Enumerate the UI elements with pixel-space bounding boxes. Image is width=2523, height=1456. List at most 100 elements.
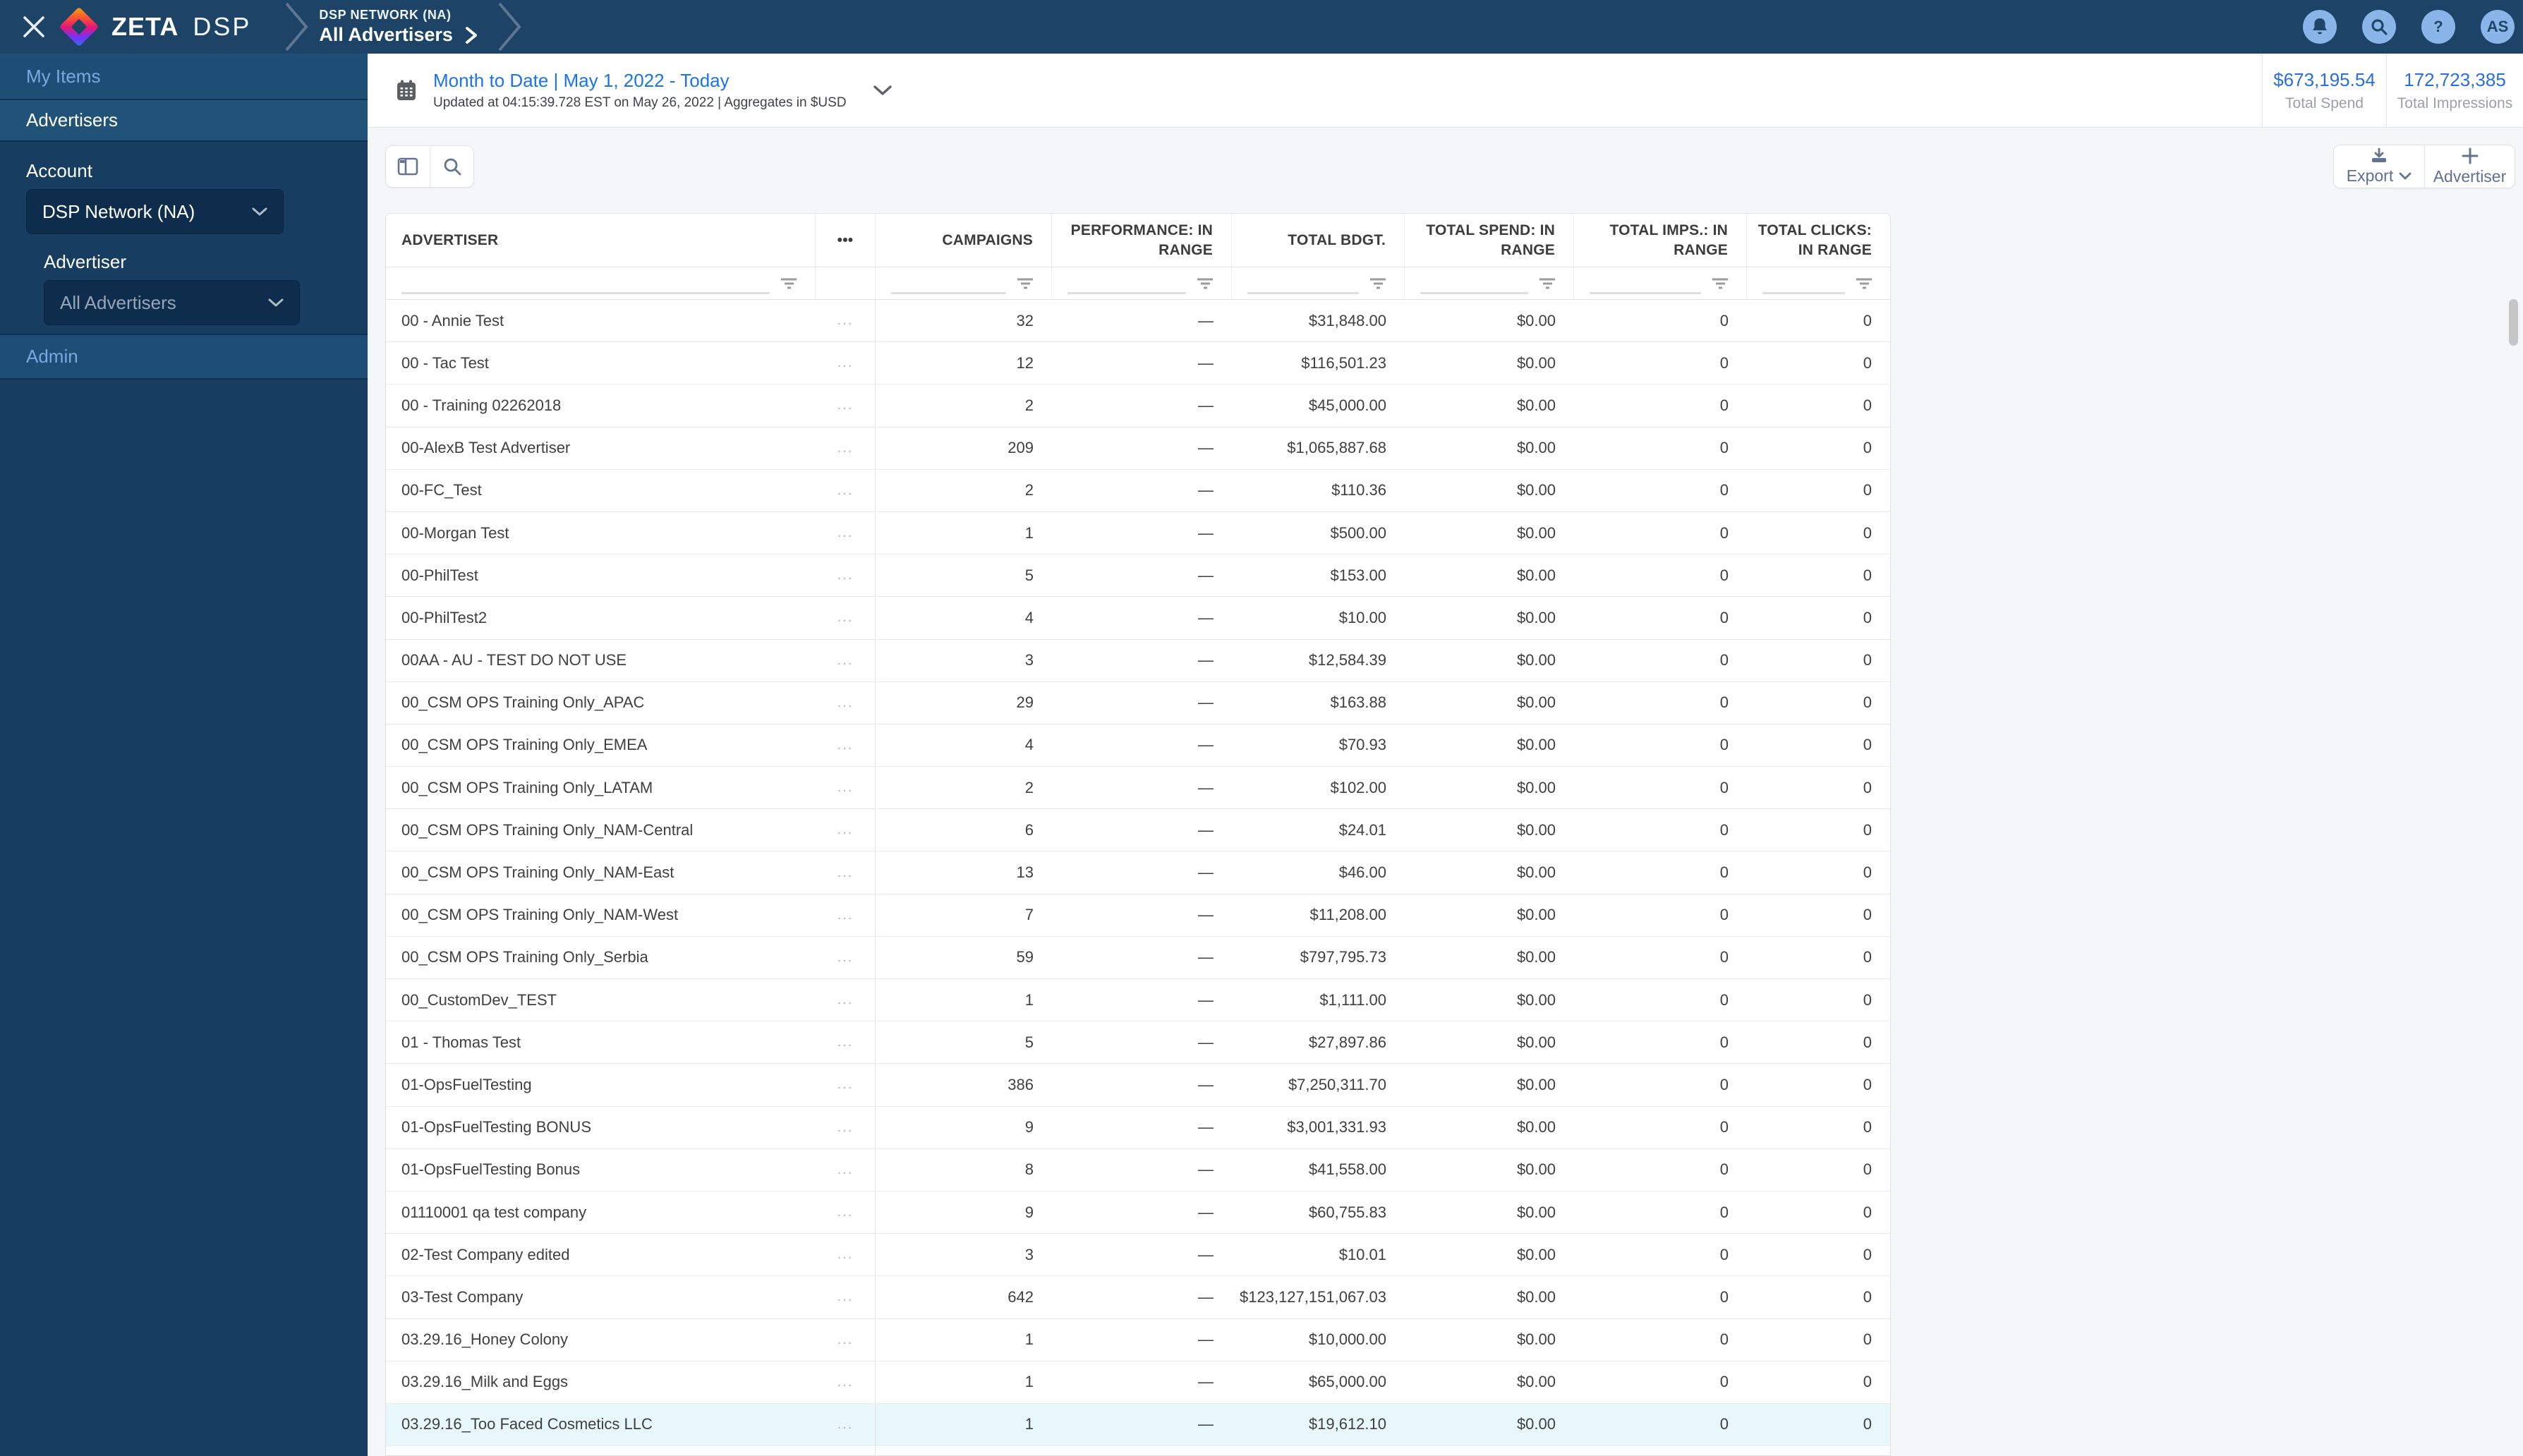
table-row[interactable]: 03.29.16_Honey Colony ... 1 — $10,000.00… bbox=[386, 1318, 1890, 1361]
row-menu-button[interactable]: ... bbox=[816, 469, 876, 511]
table-row[interactable]: 01-OpsFuelTesting BONUS ... 9 — $3,001,3… bbox=[386, 1106, 1890, 1149]
filter-cell-performance[interactable] bbox=[1052, 267, 1232, 299]
table-row[interactable]: 00_CSM OPS Training Only_EMEA ... 4 — $7… bbox=[386, 724, 1890, 768]
table-row[interactable]: 00_CSM OPS Training Only_Serbia ... 59 —… bbox=[386, 936, 1890, 979]
filter-cell-campaigns[interactable] bbox=[876, 267, 1052, 299]
advertiser-name-cell[interactable]: 01-OpsFuelTesting BONUS bbox=[386, 1107, 816, 1148]
close-icon[interactable] bbox=[20, 13, 48, 41]
row-menu-button[interactable]: ... bbox=[816, 1318, 876, 1361]
advertiser-name-cell[interactable]: 00 - Annie Test bbox=[386, 300, 816, 341]
notifications-bell-icon[interactable] bbox=[2303, 10, 2337, 44]
table-row[interactable]: 03.29.16_Too Faced Cosmetics LLC ... 1 —… bbox=[386, 1403, 1890, 1447]
row-menu-button[interactable]: ... bbox=[816, 809, 876, 851]
row-menu-button[interactable]: ... bbox=[816, 894, 876, 936]
row-menu-button[interactable]: ... bbox=[816, 1064, 876, 1106]
advertiser-name-cell[interactable]: 01-OpsFuelTesting Bonus bbox=[386, 1149, 816, 1191]
table-row[interactable]: 00-Morgan Test ... 1 — $500.00 $0.00 0 0 bbox=[386, 511, 1890, 555]
advertiser-name-cell[interactable]: 00 - Training 02262018 bbox=[386, 384, 816, 426]
table-row[interactable]: 00AA - AU - TEST DO NOT USE ... 3 — $12,… bbox=[386, 639, 1890, 682]
columns-button[interactable] bbox=[386, 146, 430, 187]
table-row[interactable]: 00-FC_Test ... 2 — $110.36 $0.00 0 0 bbox=[386, 469, 1890, 512]
table-row[interactable]: 00_CSM OPS Training Only_NAM-East ... 13… bbox=[386, 851, 1890, 894]
advertiser-name-cell[interactable]: 00-FC_Test bbox=[386, 470, 816, 511]
table-row[interactable]: 01 - Thomas Test ... 5 — $27,897.86 $0.0… bbox=[386, 1021, 1890, 1064]
advertiser-name-cell[interactable]: 03.29.16_Too Faced Cosmetics LLC bbox=[386, 1404, 816, 1445]
advertiser-name-cell[interactable]: 00_CSM OPS Training Only_NAM-East bbox=[386, 851, 816, 893]
row-menu-button[interactable]: ... bbox=[816, 511, 876, 554]
filter-icon[interactable] bbox=[1370, 278, 1386, 289]
advertiser-select[interactable]: All Advertisers bbox=[44, 280, 300, 325]
row-menu-button[interactable]: ... bbox=[816, 384, 876, 427]
filter-input[interactable] bbox=[401, 292, 770, 294]
filter-icon[interactable] bbox=[1197, 278, 1213, 289]
table-row[interactable]: 00_CSM OPS Training Only_NAM-Central ...… bbox=[386, 809, 1890, 852]
filter-cell-total-budget[interactable] bbox=[1232, 267, 1405, 299]
advertiser-name-cell[interactable]: 02-Test Company edited bbox=[386, 1234, 816, 1275]
advertiser-name-cell[interactable]: 00_CSM OPS Training Only_Serbia bbox=[386, 937, 816, 978]
row-menu-button[interactable]: ... bbox=[816, 1361, 876, 1403]
export-button[interactable]: Export bbox=[2334, 145, 2424, 188]
advertiser-name-cell[interactable]: 03.29.16_Honey Colony bbox=[386, 1319, 816, 1361]
filter-icon[interactable] bbox=[1017, 278, 1033, 289]
row-menu-button[interactable]: ... bbox=[816, 554, 876, 597]
advertiser-name-cell[interactable]: 00_CustomDev_TEST bbox=[386, 979, 816, 1021]
advertiser-name-cell[interactable]: 00AA - AU - TEST DO NOT USE bbox=[386, 640, 816, 681]
advertiser-name-cell[interactable]: 00_CSM OPS Training Only_NAM-West bbox=[386, 894, 816, 936]
table-row[interactable]: 01-OpsFuelTesting Bonus ... 8 — $41,558.… bbox=[386, 1148, 1890, 1191]
add-advertiser-button[interactable]: Advertiser bbox=[2424, 145, 2515, 188]
advertiser-name-cell[interactable]: 00_CSM OPS Training Only_LATAM bbox=[386, 767, 816, 808]
filter-cell-total-spend[interactable] bbox=[1405, 267, 1574, 299]
column-header-total-budget[interactable]: TOTAL BDGT. bbox=[1232, 214, 1405, 267]
table-row[interactable]: 02-Test Company edited ... 3 — $10.01 $0… bbox=[386, 1234, 1890, 1277]
advertiser-name-cell[interactable]: 03.29.16_Milk and Eggs bbox=[386, 1361, 816, 1403]
table-row[interactable]: 00_CSM OPS Training Only_LATAM ... 2 — $… bbox=[386, 767, 1890, 810]
advertiser-name-cell[interactable]: 00-AlexB Test Advertiser bbox=[386, 427, 816, 469]
advertiser-name-cell[interactable]: 01-OpsFuelTesting bbox=[386, 1064, 816, 1105]
column-header-total-clicks[interactable]: TOTAL CLICKS: IN RANGE bbox=[1747, 214, 1890, 267]
filter-input[interactable] bbox=[1420, 292, 1528, 294]
advertiser-name-cell[interactable]: 00_CSM OPS Training Only_EMEA bbox=[386, 724, 816, 766]
filter-cell-total-clicks[interactable] bbox=[1747, 267, 1890, 299]
sidebar-item-admin[interactable]: Admin bbox=[0, 335, 368, 378]
table-row[interactable]: 01110001 qa test company ... 9 — $60,755… bbox=[386, 1191, 1890, 1234]
filter-icon[interactable] bbox=[781, 278, 797, 289]
table-row[interactable]: 00 - Tac Test ... 12 — $116,501.23 $0.00… bbox=[386, 342, 1890, 385]
row-menu-button[interactable]: ... bbox=[816, 767, 876, 809]
column-header-total-spend[interactable]: TOTAL SPEND: IN RANGE bbox=[1405, 214, 1574, 267]
row-menu-button[interactable]: ... bbox=[816, 427, 876, 469]
column-header-total-imps[interactable]: TOTAL IMPS.: IN RANGE bbox=[1574, 214, 1747, 267]
filter-input[interactable] bbox=[1590, 292, 1701, 294]
row-menu-button[interactable]: ... bbox=[816, 979, 876, 1021]
filter-icon[interactable] bbox=[1712, 278, 1728, 289]
sidebar-item-advertisers[interactable]: Advertisers bbox=[0, 100, 368, 140]
row-menu-button[interactable]: ... bbox=[816, 1191, 876, 1234]
advertiser-name-cell[interactable]: 00-PhilTest bbox=[386, 554, 816, 596]
row-menu-button[interactable]: ... bbox=[816, 300, 876, 342]
global-search-icon[interactable] bbox=[2362, 10, 2396, 44]
table-row[interactable]: 03-Test Company ... 642 — $123,127,151,0… bbox=[386, 1276, 1890, 1319]
avatar[interactable]: AS bbox=[2481, 10, 2515, 44]
table-row[interactable]: 00-AlexB Test Advertiser ... 209 — $1,06… bbox=[386, 427, 1890, 470]
chevron-right-icon[interactable] bbox=[464, 25, 478, 45]
sidebar-item-my-items[interactable]: My Items bbox=[0, 54, 368, 99]
breadcrumb-page-control[interactable]: All Advertisers bbox=[319, 24, 478, 46]
help-icon[interactable]: ? bbox=[2421, 10, 2455, 44]
row-menu-button[interactable]: ... bbox=[816, 1446, 876, 1455]
advertiser-name-cell[interactable]: 03-Test Company bbox=[386, 1276, 816, 1318]
filter-cell-advertiser[interactable] bbox=[386, 267, 816, 299]
filter-input[interactable] bbox=[1067, 292, 1186, 294]
column-header-performance[interactable]: PERFORMANCE: IN RANGE bbox=[1052, 214, 1232, 267]
advertiser-name-cell[interactable]: 04 - Retail Frontiers Co bbox=[386, 1446, 816, 1455]
table-row[interactable]: 01-OpsFuelTesting ... 386 — $7,250,311.7… bbox=[386, 1064, 1890, 1107]
calendar-icon[interactable] bbox=[395, 79, 418, 102]
date-range-title[interactable]: Month to Date | May 1, 2022 - Today bbox=[433, 70, 847, 92]
filter-icon[interactable] bbox=[1539, 278, 1555, 289]
column-header-menu[interactable]: ••• bbox=[816, 214, 876, 267]
filter-cell-total-imps[interactable] bbox=[1574, 267, 1747, 299]
table-row[interactable]: 00-PhilTest2 ... 4 — $10.00 $0.00 0 0 bbox=[386, 597, 1890, 640]
table-row[interactable]: 00_CustomDev_TEST ... 1 — $1,111.00 $0.0… bbox=[386, 979, 1890, 1022]
filter-icon[interactable] bbox=[1856, 278, 1872, 289]
table-row[interactable]: 03.29.16_Milk and Eggs ... 1 — $65,000.0… bbox=[386, 1361, 1890, 1404]
advertiser-name-cell[interactable]: 00 - Tac Test bbox=[386, 342, 816, 384]
column-header-advertiser[interactable]: ADVERTISER bbox=[386, 214, 816, 267]
